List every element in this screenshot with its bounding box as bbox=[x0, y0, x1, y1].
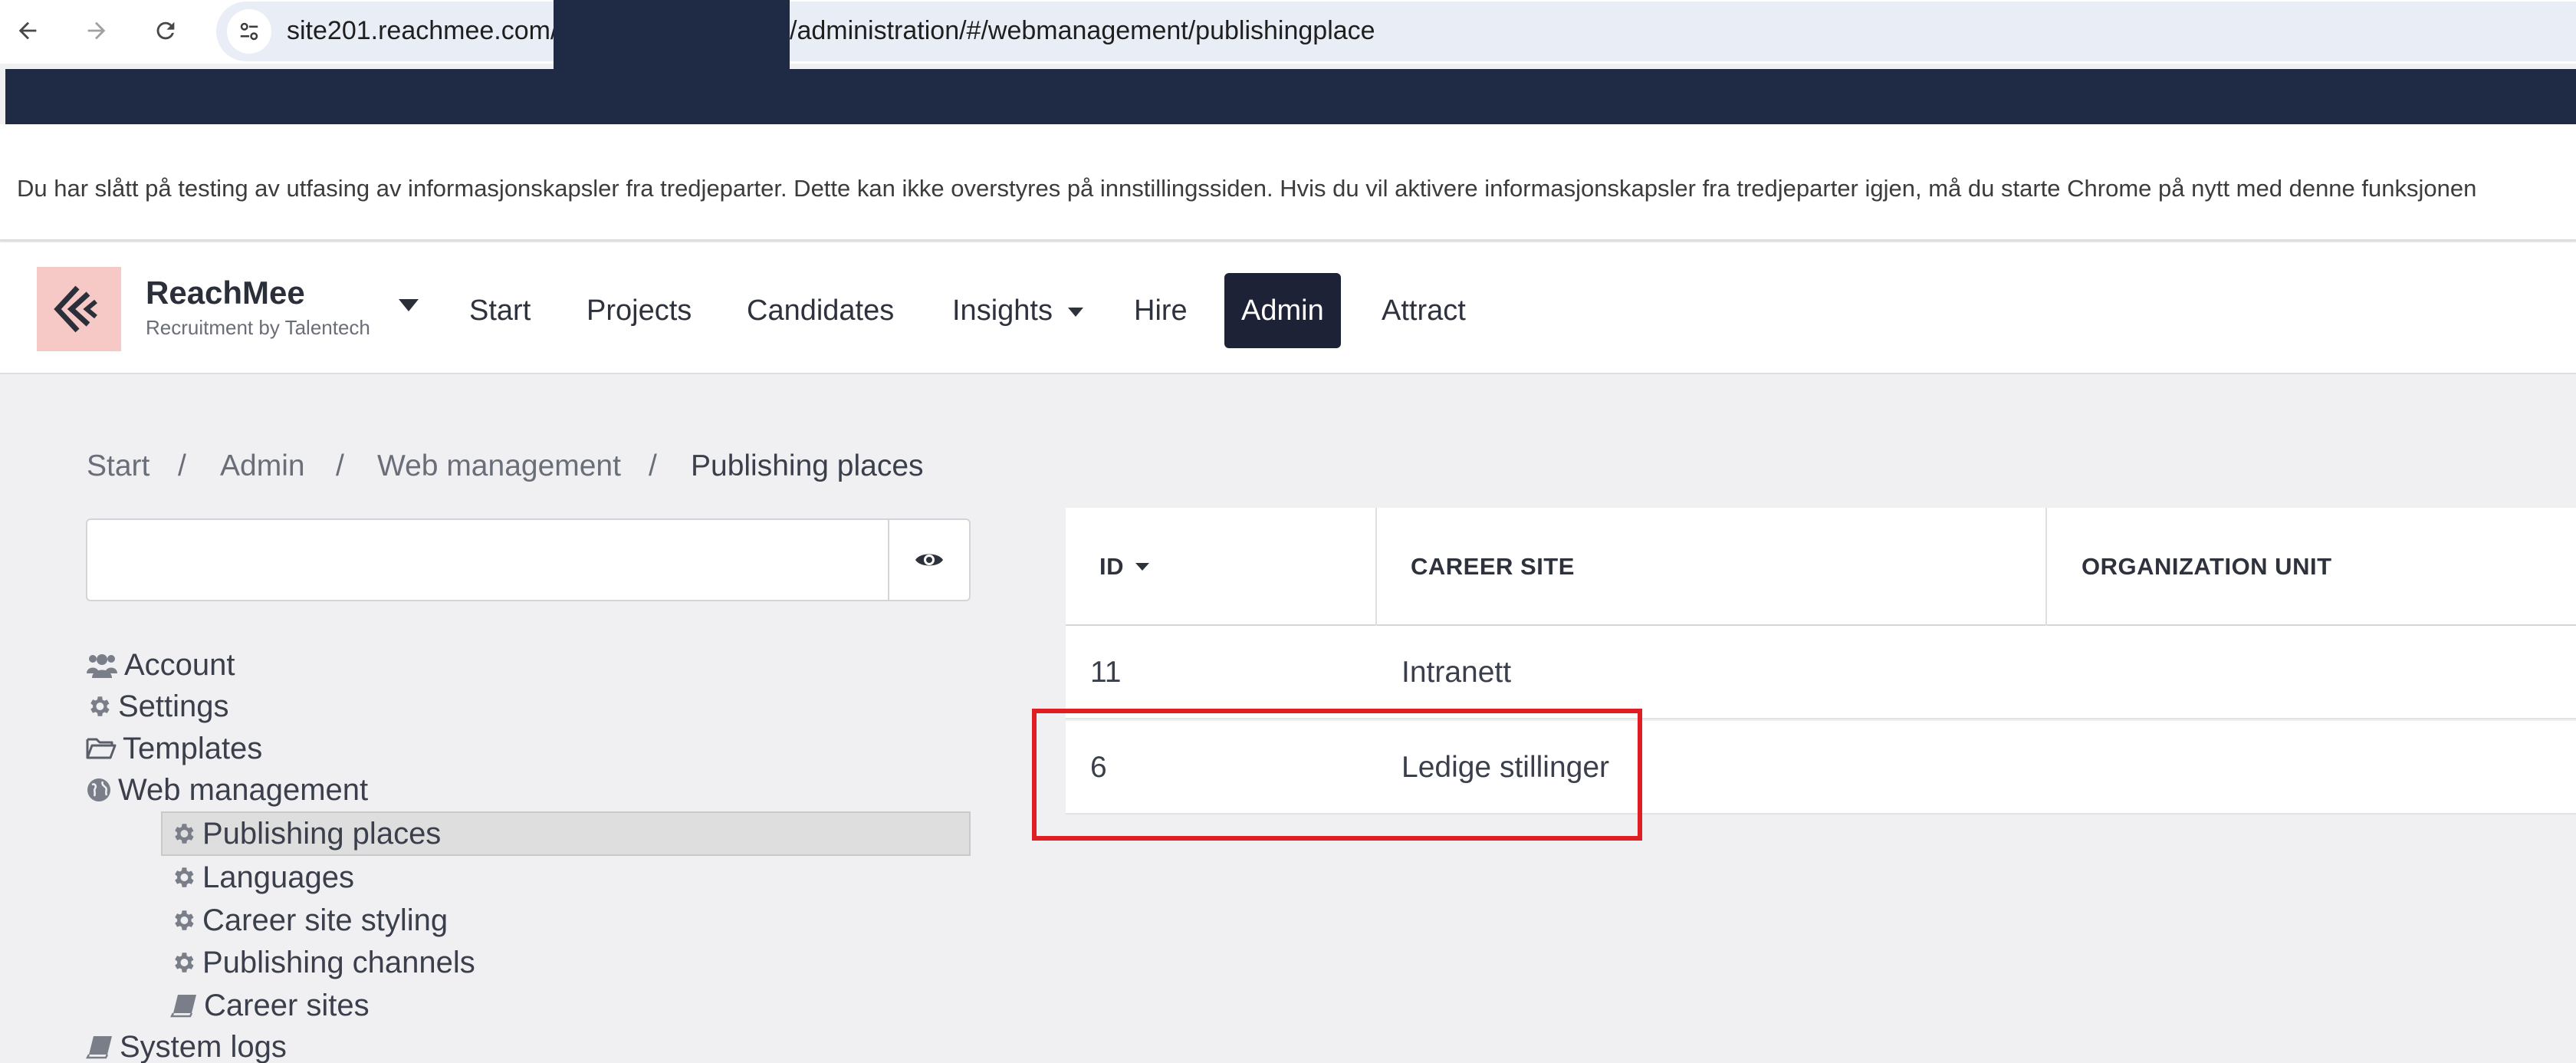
tree-item-career-sites[interactable]: Career sites bbox=[170, 985, 370, 1026]
tree-item-label: Career sites bbox=[204, 988, 370, 1022]
nav-attract[interactable]: Attract bbox=[1382, 273, 1466, 348]
column-header-label: ID bbox=[1099, 553, 1124, 580]
arrow-left-icon bbox=[15, 18, 41, 44]
book-icon bbox=[170, 993, 198, 1018]
tree-item-label: Publishing places bbox=[202, 816, 442, 851]
gear-icon bbox=[170, 821, 196, 847]
breadcrumb-separator: / bbox=[336, 449, 344, 482]
gear-icon bbox=[170, 864, 196, 890]
cookie-info-bar: Du har slått på testing av utfasing av i… bbox=[0, 124, 2576, 241]
redaction-bar bbox=[5, 69, 2576, 124]
brand-name: ReachMee bbox=[146, 275, 305, 311]
tree-item-templates[interactable]: Templates bbox=[86, 728, 262, 769]
forward-button[interactable] bbox=[77, 11, 117, 51]
eye-icon bbox=[914, 549, 945, 571]
nav-start[interactable]: Start bbox=[469, 273, 531, 348]
sort-desc-icon bbox=[1135, 562, 1150, 571]
nav-insights[interactable]: Insights bbox=[952, 273, 1084, 348]
tree-item-account[interactable]: Account bbox=[86, 644, 235, 686]
info-bar-text: Du har slått på testing av utfasing av i… bbox=[17, 175, 2477, 202]
tree-item-web-management[interactable]: Web management bbox=[86, 769, 368, 811]
tree-item-label: Web management bbox=[118, 772, 369, 807]
tree-item-publishing-channels[interactable]: Publishing channels bbox=[170, 942, 475, 983]
nav-projects[interactable]: Projects bbox=[586, 273, 692, 348]
tune-icon bbox=[238, 20, 261, 43]
tree-item-settings[interactable]: Settings bbox=[86, 686, 229, 727]
gear-icon bbox=[170, 907, 196, 933]
url-prefix: site201.reachmee.com/ bbox=[287, 16, 558, 45]
column-divider bbox=[1375, 508, 1377, 626]
caret-down-icon[interactable] bbox=[397, 298, 420, 313]
tree-item-languages[interactable]: Languages bbox=[170, 857, 354, 898]
arrow-right-icon bbox=[84, 18, 110, 44]
breadcrumb-admin[interactable]: Admin bbox=[220, 449, 305, 483]
breadcrumb-web-management[interactable]: Web management bbox=[377, 449, 621, 483]
caret-down-icon bbox=[1067, 307, 1084, 318]
reload-icon bbox=[153, 18, 179, 44]
tree-item-career-site-styling[interactable]: Career site styling bbox=[170, 900, 448, 941]
url-suffix: /administration/#/webmanagement/publishi… bbox=[790, 16, 1375, 45]
column-header-label: ORGANIZATION UNIT bbox=[2082, 553, 2332, 580]
nav-admin[interactable]: Admin bbox=[1224, 273, 1341, 348]
column-divider bbox=[2045, 508, 2047, 626]
folder-open-icon bbox=[86, 736, 117, 761]
globe-icon bbox=[86, 777, 112, 803]
tree-item-label: Publishing channels bbox=[202, 945, 475, 979]
cell-career-site: Intranett bbox=[1401, 656, 1512, 689]
tree-item-label: System logs bbox=[120, 1029, 287, 1063]
toggle-visibility-button[interactable] bbox=[888, 518, 971, 601]
browser-toolbar: site201.reachmee.com/ /administration/#/… bbox=[0, 0, 2576, 64]
tree-item-label: Career site styling bbox=[202, 903, 449, 937]
breadcrumb-separator: / bbox=[178, 449, 186, 482]
tree-item-label: Settings bbox=[118, 689, 229, 723]
gear-icon bbox=[86, 693, 112, 719]
tree-item-system-logs[interactable]: System logs bbox=[86, 1026, 287, 1063]
tree-item-label: Account bbox=[124, 647, 235, 682]
logo-icon bbox=[48, 278, 110, 340]
breadcrumb-separator: / bbox=[649, 449, 657, 482]
breadcrumb-current: Publishing places bbox=[691, 449, 924, 482]
table-header: ID CAREER SITE ORGANIZATION UNIT bbox=[1066, 508, 2576, 626]
gear-icon bbox=[170, 949, 196, 976]
tree-item-label: Languages bbox=[202, 860, 354, 894]
users-icon bbox=[86, 652, 118, 678]
back-button[interactable] bbox=[8, 11, 48, 51]
tree-search-input[interactable] bbox=[86, 518, 889, 601]
tree-item-publishing-places[interactable]: Publishing places bbox=[170, 813, 441, 854]
annotation-highlight-box bbox=[1032, 709, 1642, 841]
breadcrumb-start[interactable]: Start bbox=[87, 449, 150, 483]
brand-subtitle: Recruitment by Talentech bbox=[146, 316, 370, 339]
reachmee-logo[interactable] bbox=[37, 267, 121, 351]
nav-insights-label: Insights bbox=[952, 295, 1053, 327]
column-header-organization-unit[interactable]: ORGANIZATION UNIT bbox=[2082, 508, 2332, 626]
redaction-block bbox=[554, 0, 790, 71]
app-header: ReachMee Recruitment by Talentech Start … bbox=[0, 242, 2576, 374]
reload-button[interactable] bbox=[146, 11, 186, 51]
book-icon bbox=[86, 1035, 113, 1059]
tree-item-label: Templates bbox=[123, 731, 263, 765]
cell-id: 11 bbox=[1090, 656, 1122, 689]
table-row[interactable]: 11 Intranett bbox=[1066, 626, 2576, 719]
column-header-label: CAREER SITE bbox=[1411, 553, 1575, 580]
nav-hire[interactable]: Hire bbox=[1134, 273, 1188, 348]
column-header-career-site[interactable]: CAREER SITE bbox=[1411, 508, 1575, 626]
nav-candidates[interactable]: Candidates bbox=[747, 273, 894, 348]
column-header-id[interactable]: ID bbox=[1099, 508, 1150, 626]
site-info-button[interactable] bbox=[227, 9, 271, 54]
